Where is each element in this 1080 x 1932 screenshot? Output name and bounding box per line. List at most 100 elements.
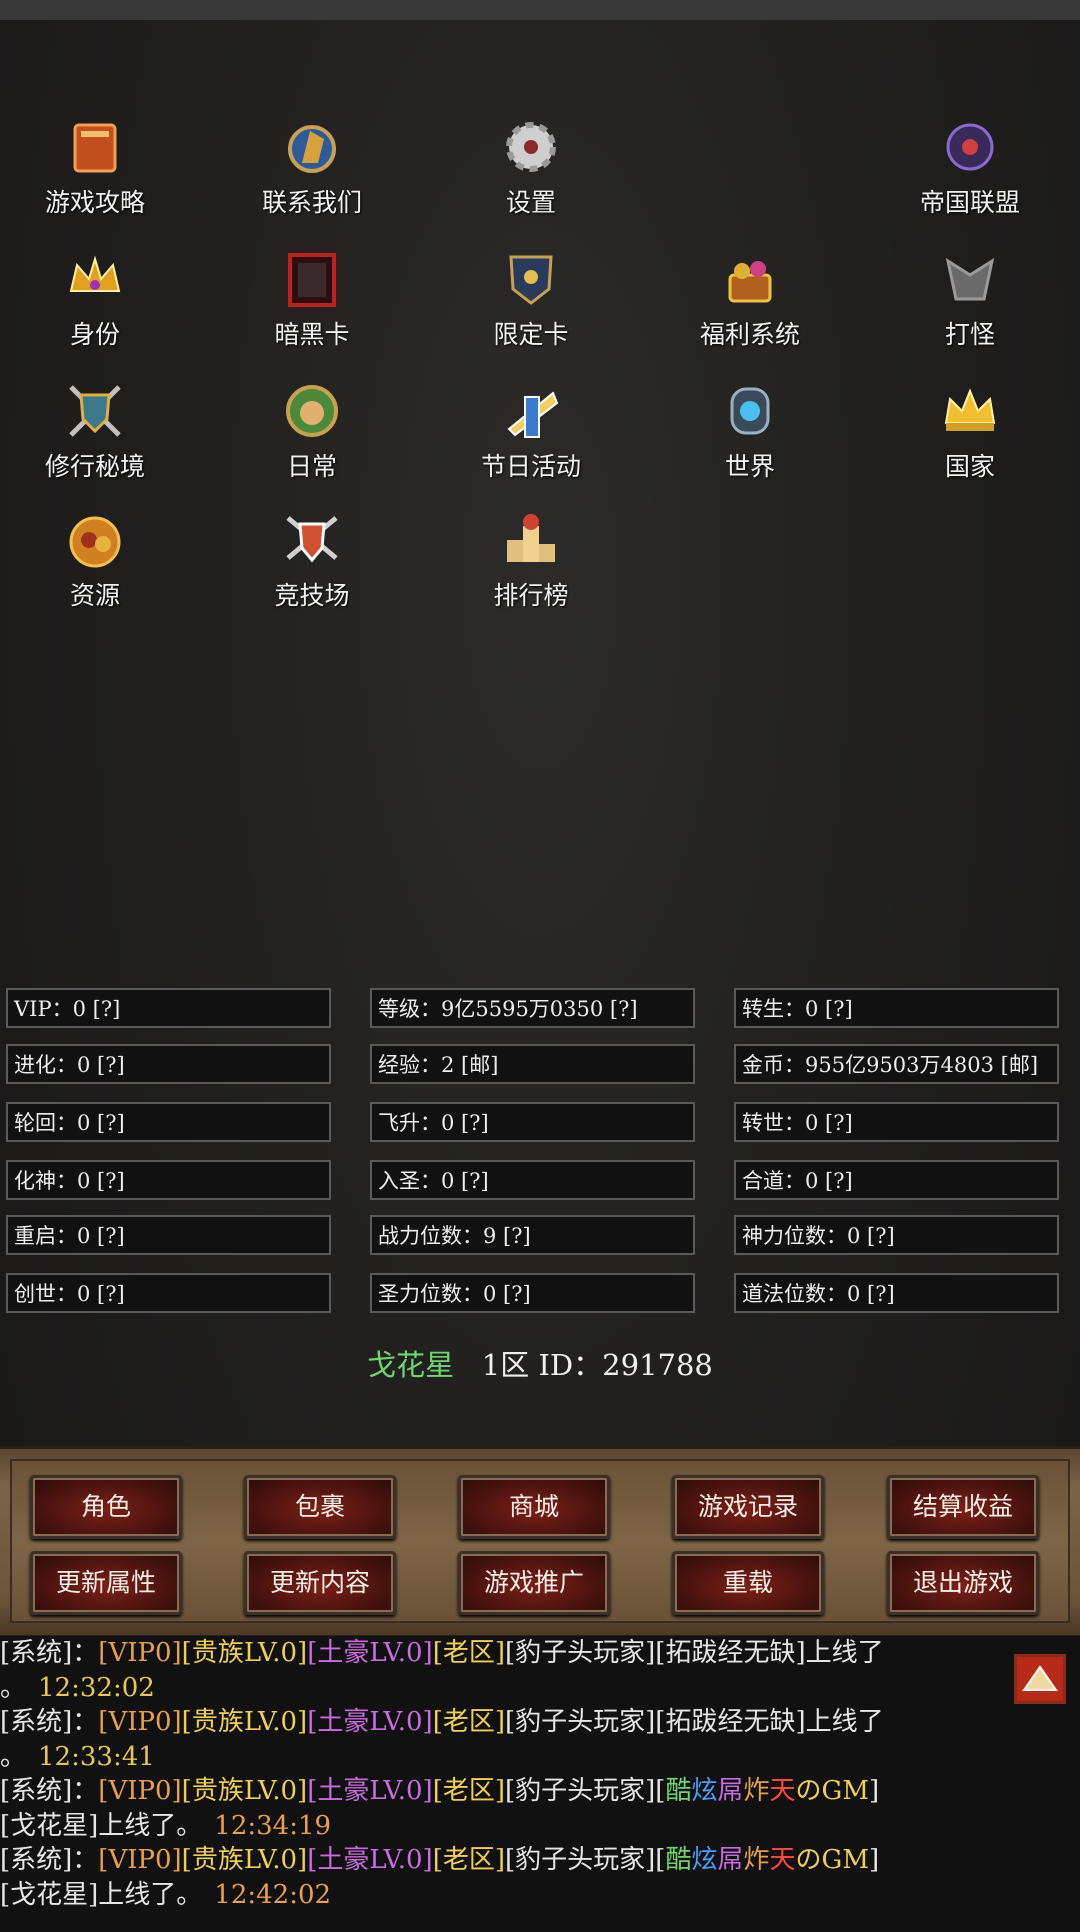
- menu-item[interactable]: 帝国联盟: [890, 115, 1050, 219]
- chat-line: [系统]：[VIP0][贵族LV.0][土豪LV.0][老区][豹子头玩家][酷…: [0, 1843, 1080, 1878]
- menu-item-label: 福利系统: [699, 320, 800, 349]
- chat-segment: [戈花星]上线了。: [0, 1810, 203, 1841]
- crossed-weapons-shield-icon: [69, 385, 121, 437]
- stat-box[interactable]: 战力位数：9 [?]: [370, 1215, 695, 1255]
- chat-segment: [贵族LV.0]: [181, 1707, 308, 1737]
- chat-segment: [土豪LV.0]: [307, 1845, 433, 1875]
- chat-segment: 天: [769, 1845, 796, 1875]
- chat-segment: [VIP0]: [98, 1845, 182, 1875]
- menu-item[interactable]: 设置: [451, 115, 611, 219]
- menu-item-label: 设置: [505, 188, 556, 217]
- menu-item[interactable]: 资源: [15, 508, 175, 612]
- button-frame: 角色 包裹 商城 游戏记录 结算收益更新属性 更新内容 游戏推广 重载 退出游戏: [10, 1459, 1070, 1623]
- menu-item[interactable]: 世界: [670, 379, 830, 483]
- action-button[interactable]: 角色: [30, 1475, 182, 1539]
- menu-item[interactable]: 修行秘境: [15, 379, 175, 483]
- stat-box[interactable]: 入圣：0 [?]: [370, 1160, 695, 1200]
- stat-box[interactable]: 化神：0 [?]: [6, 1160, 331, 1200]
- resource-pile-icon: [69, 516, 121, 568]
- menu-item[interactable]: 游戏攻略: [15, 115, 175, 219]
- action-button[interactable]: 重载: [672, 1551, 824, 1615]
- chat-line: [戈花星]上线了。 12:34:19: [0, 1809, 1080, 1844]
- menu-item[interactable]: 身份: [15, 247, 175, 351]
- stat-box[interactable]: 等级：9亿5595万0350 [?]: [370, 988, 695, 1028]
- menu-item-label: 竞技场: [274, 581, 350, 610]
- chat-segment: 酷: [665, 1845, 692, 1875]
- menu-item-label: 节日活动: [480, 452, 581, 481]
- action-button[interactable]: 退出游戏: [887, 1551, 1039, 1615]
- chat-segment: 。: [0, 1672, 27, 1703]
- menu-item-label: 帝国联盟: [919, 188, 1020, 217]
- stat-box[interactable]: 转生：0 [?]: [734, 988, 1059, 1028]
- chat-segment: [拓跋经无缺]上线了: [655, 1638, 884, 1668]
- menu-item[interactable]: 国家: [890, 379, 1050, 483]
- stat-box[interactable]: VIP：0 [?]: [6, 988, 331, 1028]
- action-button[interactable]: 更新属性: [30, 1551, 182, 1615]
- chat-segment: [系统]：: [0, 1845, 99, 1875]
- scroll-up-button[interactable]: [1014, 1654, 1066, 1704]
- chat-segment: [贵族LV.0]: [181, 1845, 308, 1875]
- stat-box[interactable]: 金币：955亿9503万4803 [邮]: [734, 1044, 1059, 1084]
- stat-box[interactable]: 道法位数：0 [?]: [734, 1273, 1059, 1313]
- stat-box[interactable]: 圣力位数：0 [?]: [370, 1273, 695, 1313]
- crown-icon: [69, 255, 121, 292]
- menu-item[interactable]: 联系我们: [232, 115, 392, 219]
- chat-line: [系统]：[VIP0][贵族LV.0][土豪LV.0][老区][豹子头玩家][酷…: [0, 1774, 1080, 1809]
- chat-segment: 炸: [743, 1845, 770, 1875]
- menu-item[interactable]: 限定卡: [451, 247, 611, 351]
- chat-segment: GM: [821, 1845, 869, 1875]
- menu-item-label: 世界: [724, 452, 775, 481]
- menu-item[interactable]: 日常: [232, 379, 392, 483]
- chat-segment: 屌: [717, 1845, 744, 1875]
- stat-box[interactable]: 合道：0 [?]: [734, 1160, 1059, 1200]
- menu-item[interactable]: 福利系统: [670, 247, 830, 351]
- podium-icon: [507, 514, 555, 562]
- menu-item[interactable]: 打怪: [890, 247, 1050, 351]
- action-button[interactable]: 游戏记录: [672, 1475, 824, 1539]
- chat-line: [戈花星]上线了。 12:42:02: [0, 1878, 1080, 1913]
- chat-segment: [土豪LV.0]: [307, 1638, 433, 1668]
- chat-segment: [系统]：: [0, 1638, 99, 1668]
- menu-item[interactable]: 节日活动: [451, 379, 611, 483]
- menu-item-label: 限定卡: [493, 320, 569, 349]
- chat-segment: [豹子头玩家]: [505, 1776, 656, 1806]
- menu-item[interactable]: 暗黑卡: [232, 247, 392, 351]
- arena-shield-icon: [286, 516, 338, 563]
- action-button[interactable]: 商城: [458, 1475, 610, 1539]
- action-button[interactable]: 游戏推广: [458, 1551, 610, 1615]
- menu-item[interactable]: 竞技场: [232, 508, 392, 612]
- player-id-line: 戈花星 1区 ID：291788: [0, 1342, 1080, 1384]
- chat-segment: [VIP0]: [98, 1638, 182, 1668]
- chat-segment: [: [655, 1845, 666, 1875]
- chat-segment: [系统]：: [0, 1776, 99, 1806]
- chat-segment: 。: [0, 1741, 27, 1772]
- action-button[interactable]: 包裹: [244, 1475, 396, 1539]
- stat-box[interactable]: 神力位数：0 [?]: [734, 1215, 1059, 1255]
- menu-item-label: 排行榜: [493, 581, 569, 610]
- portal-icon: [730, 387, 770, 435]
- stat-box[interactable]: 轮回：0 [?]: [6, 1102, 331, 1142]
- menu-item-label: 资源: [69, 581, 120, 610]
- action-button[interactable]: 结算收益: [887, 1475, 1039, 1539]
- stat-box[interactable]: 经验：2 [邮]: [370, 1044, 695, 1084]
- chat-segment: 12:33:41: [38, 1741, 155, 1772]
- chat-line: [系统]：[VIP0][贵族LV.0][土豪LV.0][老区][豹子头玩家][拓…: [0, 1636, 1080, 1671]
- stat-box[interactable]: 重启：0 [?]: [6, 1215, 331, 1255]
- horse-head-icon: [288, 125, 336, 173]
- trumpet-icon: [507, 391, 559, 438]
- chat-log[interactable]: [系统]：[VIP0][贵族LV.0][土豪LV.0][老区][豹子头玩家][拓…: [0, 1636, 1080, 1932]
- action-button[interactable]: 更新内容: [244, 1551, 396, 1615]
- chat-segment: 12:34:19: [214, 1810, 332, 1841]
- stat-box[interactable]: 飞升：0 [?]: [370, 1102, 695, 1142]
- gear-icon: [506, 122, 556, 172]
- stat-box[interactable]: 转世：0 [?]: [734, 1102, 1059, 1142]
- arrow-up-icon: [1022, 1665, 1058, 1691]
- stat-box[interactable]: 创世：0 [?]: [6, 1273, 331, 1313]
- chat-segment: [土豪LV.0]: [307, 1776, 433, 1806]
- menu-item-label: 打怪: [944, 320, 995, 349]
- chat-segment: [VIP0]: [98, 1776, 182, 1806]
- treasure-icon: [728, 261, 772, 303]
- menu-item[interactable]: 排行榜: [451, 508, 611, 612]
- stat-box[interactable]: 进化：0 [?]: [6, 1044, 331, 1084]
- orb-emblem-icon: [946, 123, 994, 171]
